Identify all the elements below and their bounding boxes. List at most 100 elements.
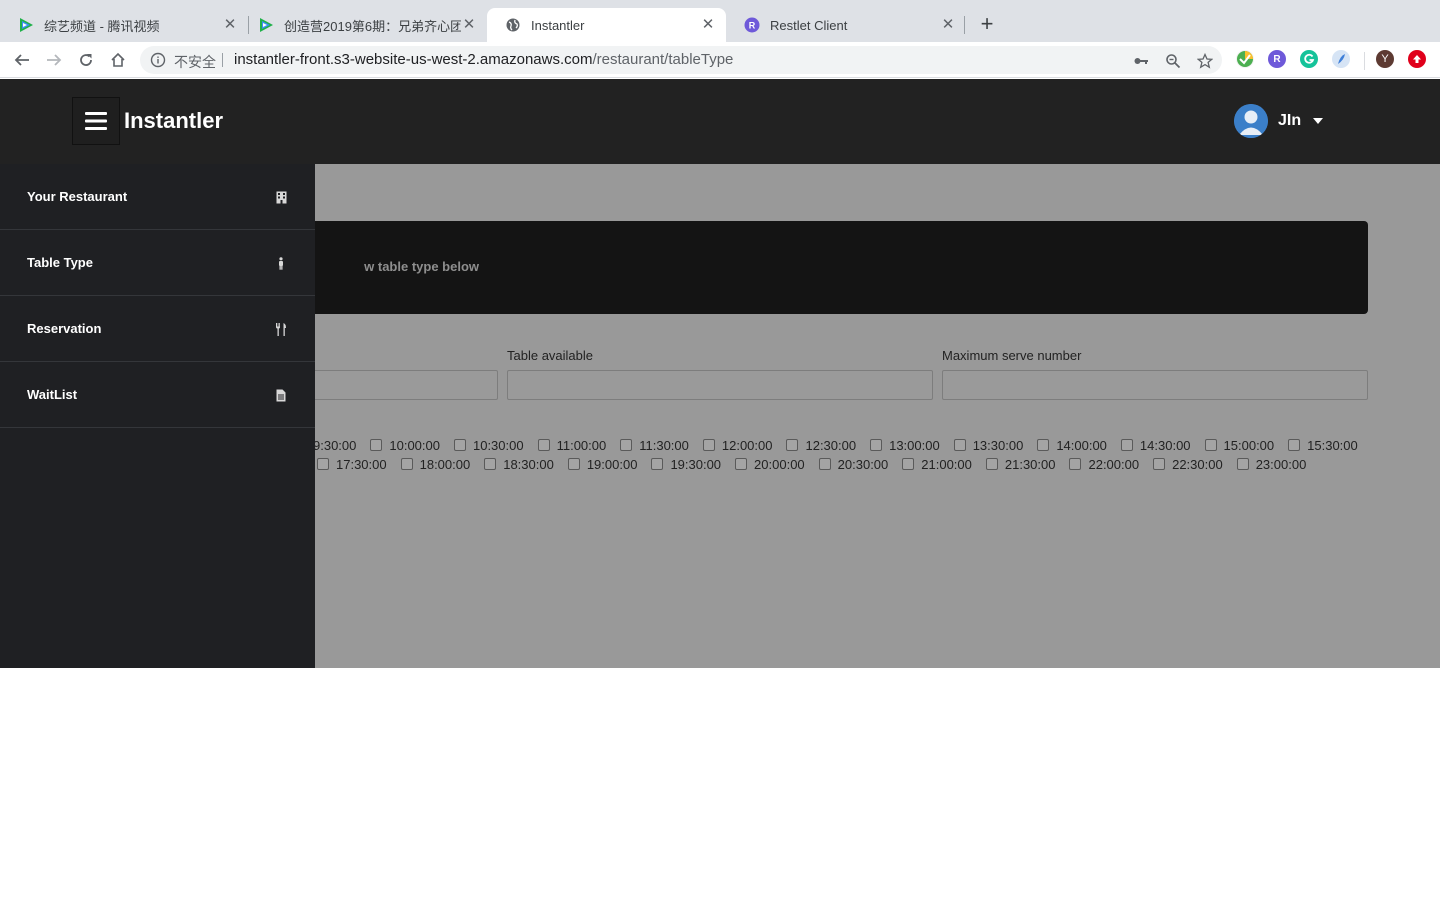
home-button[interactable] — [106, 48, 130, 72]
sidebar-nav: Your Restaurant Table Type Reservation W… — [0, 164, 315, 668]
new-tab-button[interactable]: + — [974, 12, 1000, 38]
time-slot[interactable]: 17:30:00 — [317, 457, 387, 472]
time-slot-checkbox[interactable] — [870, 439, 883, 451]
time-slot-checkbox[interactable] — [1236, 458, 1249, 470]
time-slot[interactable]: 15:00:00 — [1204, 438, 1274, 453]
time-slot[interactable]: 10:00:00 — [370, 438, 440, 453]
time-slot[interactable]: 21:00:00 — [902, 457, 972, 472]
time-slot-checkbox[interactable] — [985, 458, 998, 470]
globe-icon — [505, 17, 521, 33]
time-slot-checkbox[interactable] — [567, 458, 580, 470]
time-slot-checkbox[interactable] — [370, 439, 383, 451]
sidebar-item-label: WaitList — [27, 387, 78, 402]
time-slot-checkbox[interactable] — [1069, 458, 1082, 470]
close-icon[interactable]: ✕ — [461, 17, 477, 33]
app-header: Instantler JIn — [0, 79, 1440, 164]
time-slot[interactable]: 12:00:00 — [702, 438, 772, 453]
time-slot-checkbox[interactable] — [902, 458, 915, 470]
time-slot[interactable]: 13:30:00 — [953, 438, 1023, 453]
address-bar[interactable]: 不安全 instantler-front.s3-website-us-west-… — [140, 46, 1222, 74]
arrow-right-icon — [47, 54, 62, 66]
reload-button[interactable] — [74, 48, 98, 72]
browser-tab-restlet[interactable]: R Restlet Client ✕ — [726, 8, 966, 42]
time-slot[interactable]: 11:00:00 — [537, 437, 607, 453]
star-icon[interactable] — [1196, 52, 1214, 70]
chrome-extension-check-icon[interactable] — [1236, 50, 1254, 68]
time-slot-checkbox[interactable] — [400, 458, 413, 470]
tencent-video-icon — [18, 17, 34, 33]
time-slot-label: 12:30:00 — [805, 437, 857, 453]
time-slot-checkbox[interactable] — [786, 439, 799, 451]
grammarly-icon[interactable] — [1300, 50, 1318, 68]
time-slot-checkbox[interactable] — [537, 439, 550, 451]
app-brand[interactable]: Instantler — [124, 108, 223, 134]
sidebar-item-your-restaurant[interactable]: Your Restaurant — [0, 164, 315, 230]
time-slot-row-2: 17:30:00 18:00:00 18:30:00 19:00:00 19:3… — [317, 455, 1320, 473]
time-slot[interactable]: 19:00:00 — [567, 457, 637, 472]
time-slot[interactable]: 19:30:00 — [651, 457, 721, 472]
time-slot-checkbox[interactable] — [1037, 439, 1050, 451]
restlet-extension-icon[interactable]: R — [1268, 50, 1286, 68]
time-slot-label: 11:00:00 — [556, 437, 607, 453]
time-slot[interactable]: 21:30:00 — [985, 457, 1055, 472]
time-slot-checkbox[interactable] — [317, 458, 329, 470]
upload-extension-icon[interactable] — [1408, 50, 1426, 68]
close-icon[interactable]: ✕ — [940, 17, 956, 33]
forward-button[interactable] — [42, 48, 66, 72]
zoom-icon[interactable] — [1164, 52, 1182, 70]
time-slot[interactable]: 15:30:00 — [1288, 438, 1358, 453]
time-slot[interactable]: 23:00:00 — [1236, 457, 1306, 472]
time-slot-checkbox[interactable] — [453, 439, 466, 451]
time-slot[interactable]: 20:00:00 — [735, 457, 805, 472]
time-slot-checkbox[interactable] — [818, 458, 831, 470]
menu-toggle-button[interactable] — [72, 97, 120, 145]
browser-tab-tencent-variety[interactable]: 综艺频道 - 腾讯视频 ✕ — [0, 8, 248, 42]
close-icon[interactable]: ✕ — [222, 17, 238, 33]
time-slot-checkbox[interactable] — [1288, 439, 1301, 451]
key-icon[interactable] — [1132, 52, 1150, 70]
toolbar-divider — [1364, 52, 1365, 70]
time-slot-checkbox[interactable] — [702, 439, 715, 451]
time-slot-checkbox[interactable] — [1120, 439, 1133, 451]
time-slot-checkbox[interactable] — [953, 439, 966, 451]
sidebar-item-waitlist[interactable]: WaitList — [0, 362, 315, 428]
time-slot[interactable]: 9:30:00 — [313, 438, 356, 453]
time-slot-checkbox[interactable] — [735, 458, 748, 470]
time-slot[interactable]: 10:30:00 — [453, 437, 524, 453]
time-slot[interactable]: 22:30:00 — [1153, 457, 1223, 472]
time-slot-checkbox[interactable] — [484, 458, 497, 470]
close-icon[interactable]: ✕ — [700, 17, 716, 33]
time-slot-checkbox[interactable] — [651, 458, 664, 470]
sidebar-item-table-type[interactable]: Table Type — [0, 230, 315, 296]
time-slot[interactable]: 14:00:00 — [1037, 438, 1107, 453]
time-slot-label: 9:30:00 — [313, 437, 357, 453]
sidebar-item-reservation[interactable]: Reservation — [0, 296, 315, 362]
time-slot[interactable]: 22:00:00 — [1069, 457, 1139, 472]
browser-tab-chuangzaoying[interactable]: 创造营2019第6期：兄弟齐心团 ✕ — [240, 8, 487, 42]
info-icon[interactable] — [150, 52, 166, 68]
time-slot-label: 10:30:00 — [472, 437, 524, 453]
time-slot[interactable]: 18:00:00 — [400, 457, 470, 472]
feather-extension-icon[interactable] — [1332, 50, 1350, 68]
table-available-input[interactable] — [507, 370, 933, 400]
browser-tab-instantler[interactable]: Instantler ✕ — [487, 8, 726, 42]
user-menu[interactable]: JIn — [1234, 104, 1324, 138]
time-slot-checkbox[interactable] — [1153, 458, 1166, 470]
time-slot[interactable]: 12:30:00 — [786, 438, 856, 453]
back-button[interactable] — [10, 48, 34, 72]
time-slot-label: 11:30:00 — [639, 437, 689, 453]
max-serve-input[interactable] — [942, 370, 1368, 400]
time-slot-label: 14:00:00 — [1056, 437, 1107, 453]
time-slot[interactable]: 11:30:00 — [620, 438, 689, 453]
file-icon — [274, 387, 288, 403]
profile-avatar[interactable]: Y — [1376, 50, 1394, 68]
time-slot-checkbox[interactable] — [620, 439, 633, 451]
time-slot-checkbox[interactable] — [1204, 439, 1217, 451]
time-slot[interactable]: 14:30:00 — [1120, 438, 1191, 453]
max-serve-label: Maximum serve number — [942, 348, 1082, 363]
time-slot[interactable]: 13:00:00 — [870, 438, 940, 453]
time-slot-label: 18:30:00 — [503, 456, 554, 472]
time-slot[interactable]: 18:30:00 — [484, 457, 554, 472]
home-icon — [111, 52, 125, 67]
time-slot[interactable]: 20:30:00 — [818, 457, 888, 472]
